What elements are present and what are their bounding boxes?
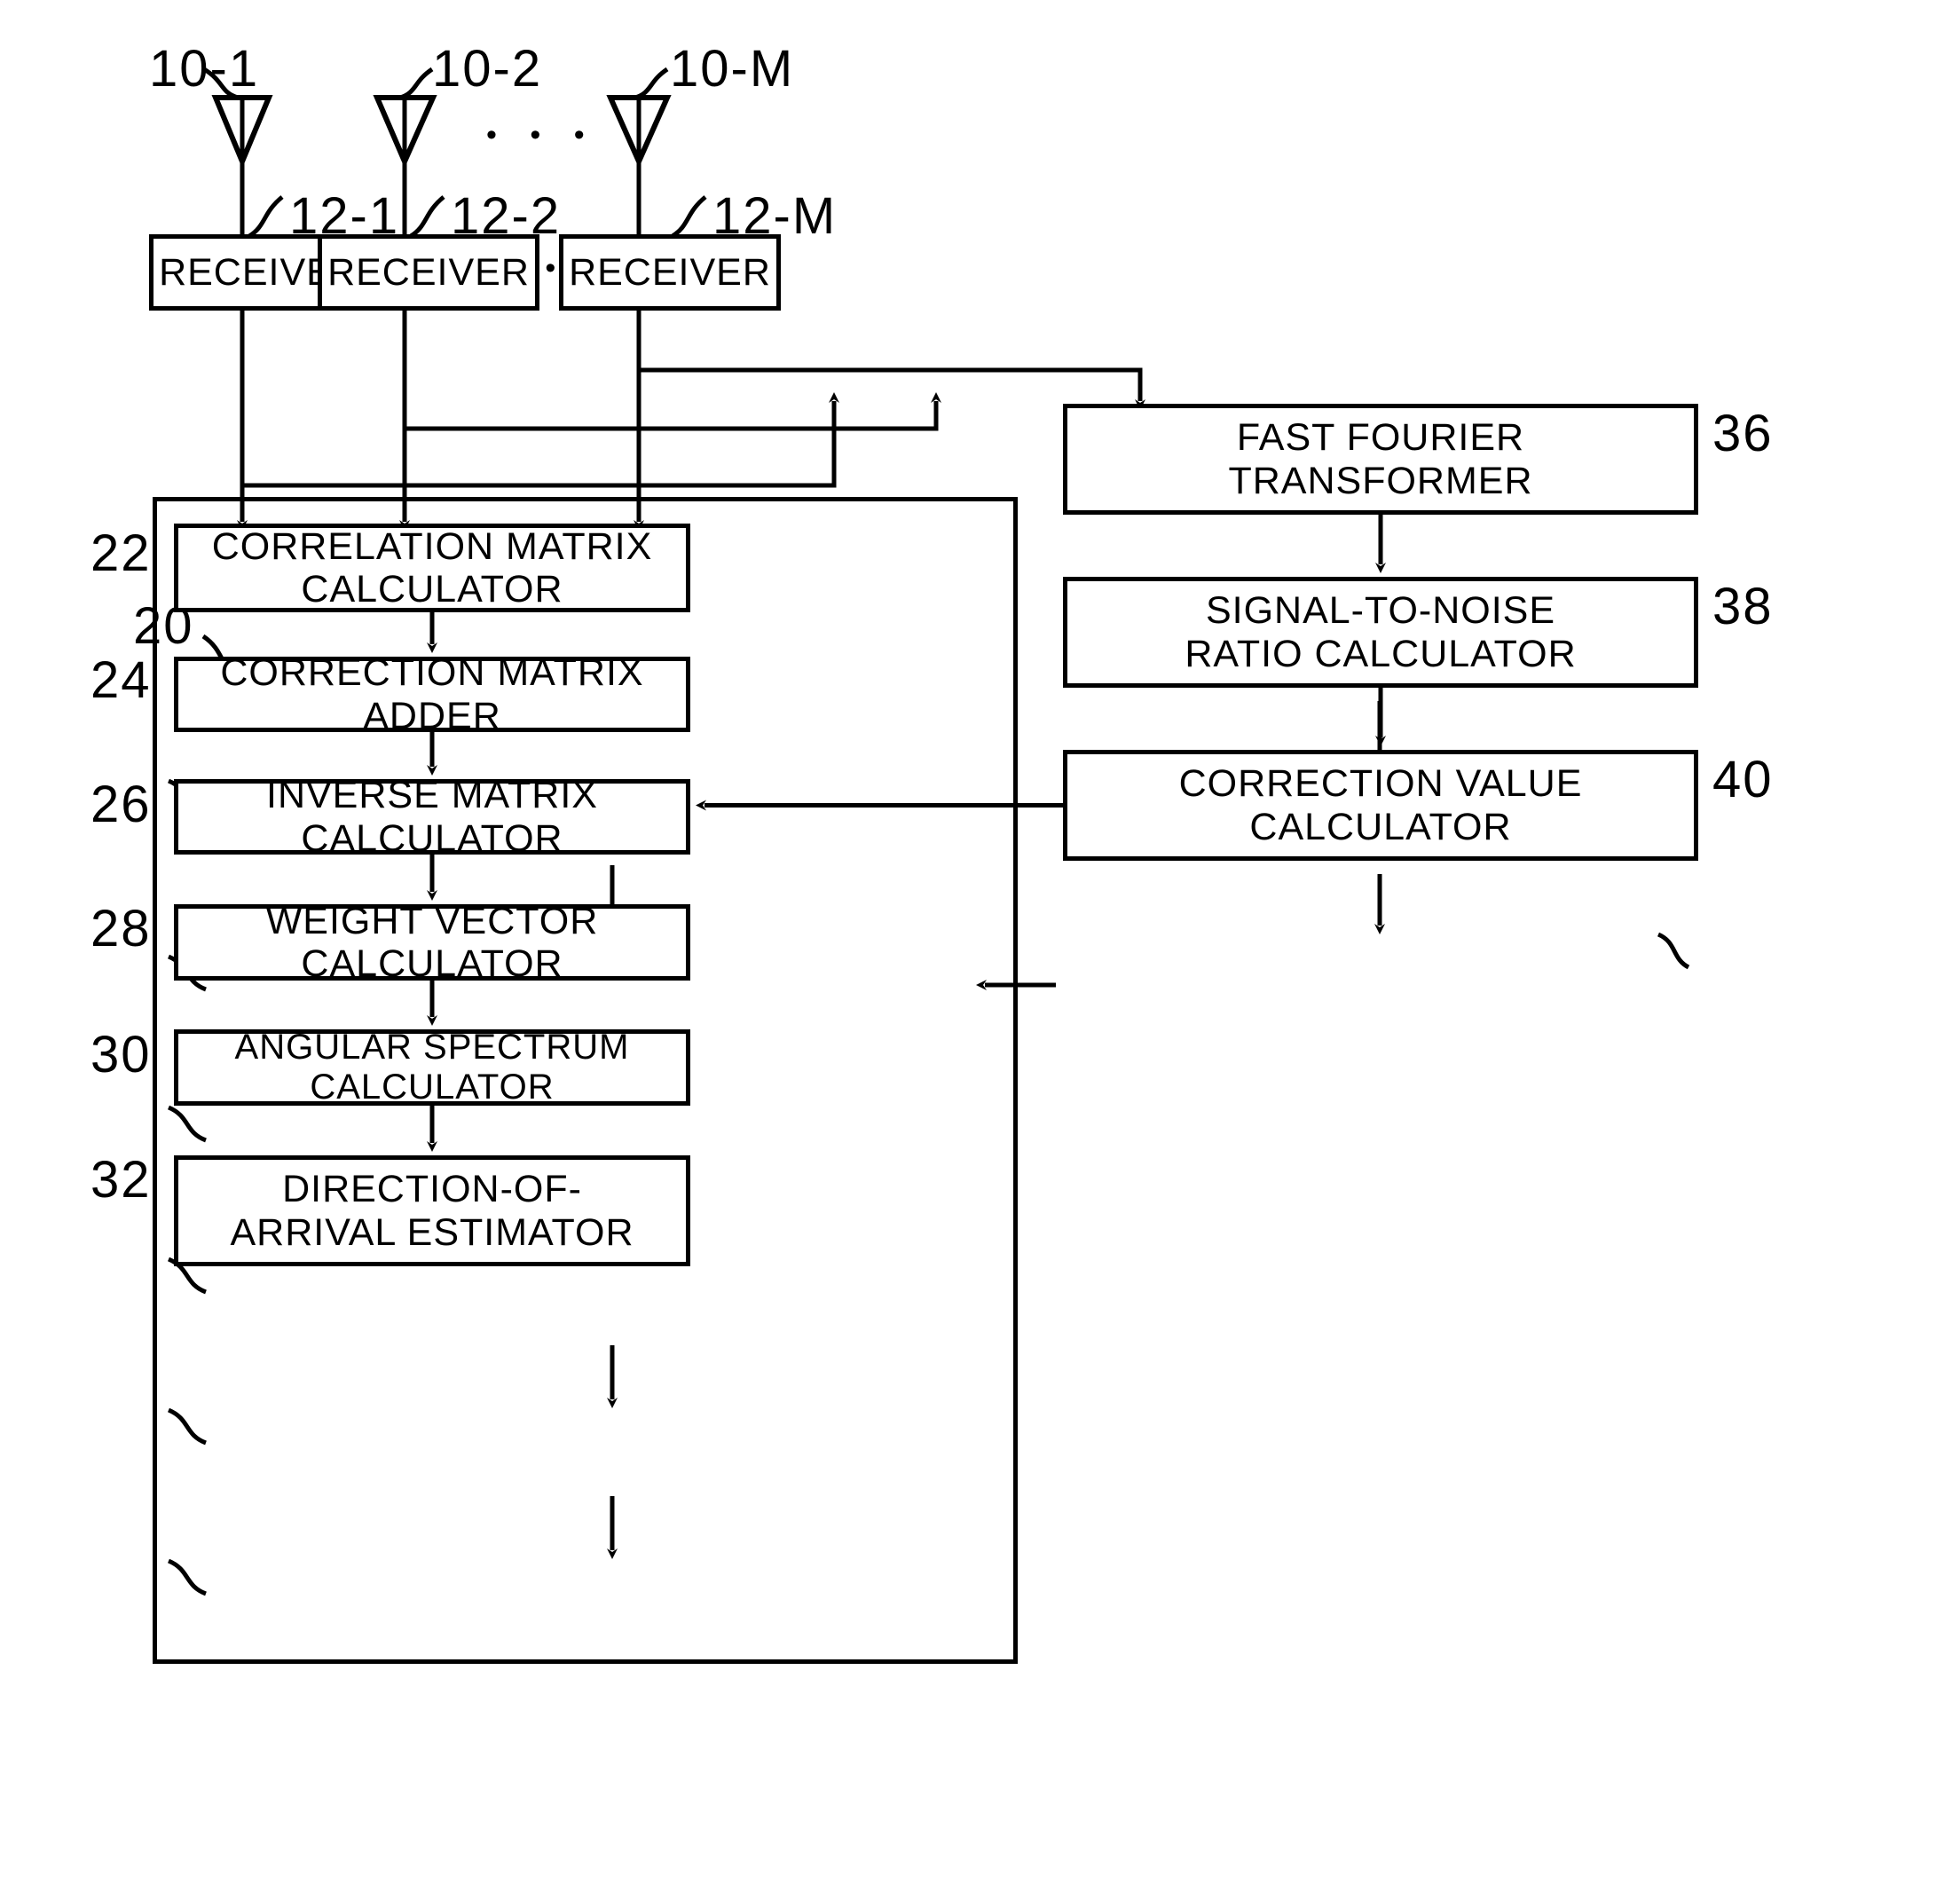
- correlation-matrix-calculator-line1: CORRELATION MATRIX: [211, 524, 653, 568]
- ref-10-2: 10-2: [432, 40, 543, 98]
- ref-28: 28: [91, 900, 152, 957]
- weight-vector-calculator[interactable]: WEIGHT VECTOR CALCULATOR: [174, 900, 690, 985]
- receiver-box-2[interactable]: RECEIVER: [318, 234, 539, 311]
- direction-of-arrival-estimator-line2: ARRIVAL ESTIMATOR: [230, 1210, 634, 1254]
- receiver-label-2: RECEIVER: [327, 250, 530, 294]
- ref-36: 36: [1712, 405, 1774, 462]
- correlation-matrix-calculator[interactable]: CORRELATION MATRIX CALCULATOR: [174, 524, 690, 612]
- antenna-ellipsis: • • •: [486, 118, 597, 152]
- ref-40: 40: [1712, 751, 1774, 808]
- angular-spectrum-calculator[interactable]: ANGULAR SPECTRUM CALCULATOR: [174, 1028, 690, 1107]
- fast-fourier-transformer-line2: TRANSFORMER: [1228, 459, 1533, 502]
- correction-value-calculator-line2: CALCULATOR: [1249, 805, 1512, 848]
- receiver-box-m[interactable]: RECEIVER: [559, 234, 781, 311]
- ref-26: 26: [91, 776, 152, 833]
- ref-38: 38: [1712, 578, 1774, 635]
- ref-24: 24: [91, 651, 152, 709]
- ref-10-M: 10-M: [670, 40, 795, 98]
- ref-30: 30: [91, 1026, 152, 1083]
- ref-32: 32: [91, 1151, 152, 1209]
- correlation-matrix-calculator-line2: CALCULATOR: [301, 568, 563, 611]
- ref-10-1: 10-1: [149, 40, 260, 98]
- correction-value-calculator[interactable]: CORRECTION VALUE CALCULATOR: [1063, 750, 1698, 861]
- signal-to-noise-ratio-calculator-line1: SIGNAL-TO-NOISE: [1205, 589, 1556, 633]
- fast-fourier-transformer-line1: FAST FOURIER: [1236, 416, 1525, 460]
- fast-fourier-transformer[interactable]: FAST FOURIER TRANSFORMER: [1063, 404, 1698, 515]
- correction-value-calculator-line1: CORRECTION VALUE: [1178, 762, 1583, 806]
- correction-matrix-adder-label: CORRECTION MATRIX ADDER: [220, 651, 644, 737]
- inverse-matrix-calculator[interactable]: INVERSE MATRIX CALCULATOR: [174, 774, 690, 860]
- weight-vector-calculator-label: WEIGHT VECTOR CALCULATOR: [265, 899, 599, 985]
- direction-of-arrival-estimator[interactable]: DIRECTION-OF- ARRIVAL ESTIMATOR: [174, 1155, 690, 1266]
- receiver-label-m: RECEIVER: [569, 250, 771, 294]
- ref-22: 22: [91, 524, 152, 582]
- angular-spectrum-calculator-label: ANGULAR SPECTRUM CALCULATOR: [234, 1028, 630, 1107]
- signal-to-noise-ratio-calculator[interactable]: SIGNAL-TO-NOISE RATIO CALCULATOR: [1063, 577, 1698, 688]
- direction-of-arrival-estimator-line1: DIRECTION-OF-: [282, 1168, 582, 1211]
- signal-to-noise-ratio-calculator-line2: RATIO CALCULATOR: [1185, 632, 1577, 675]
- inverse-matrix-calculator-label: INVERSE MATRIX CALCULATOR: [266, 774, 598, 860]
- figure-canvas: 10-1 10-2 10-M • • • • • • 12-1 12-2 12-…: [0, 0, 1960, 1891]
- correction-matrix-adder[interactable]: CORRECTION MATRIX ADDER: [174, 651, 690, 737]
